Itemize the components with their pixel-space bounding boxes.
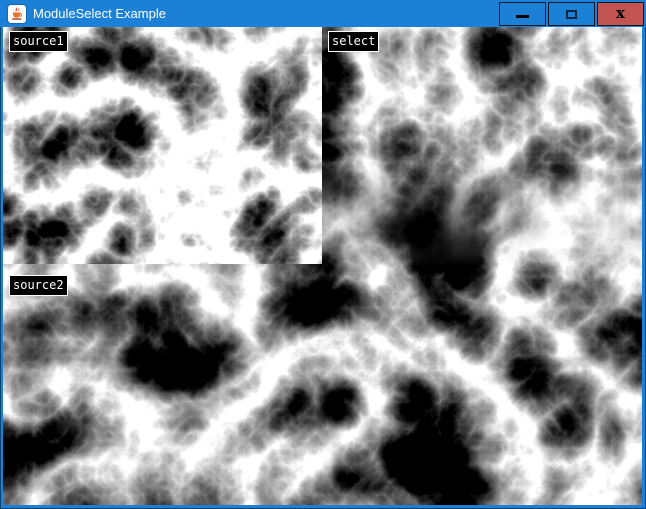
title-bar[interactable]: ModuleSelect Example x xyxy=(0,0,646,27)
minimize-button[interactable] xyxy=(499,2,546,26)
label-select: select xyxy=(328,31,379,52)
source1-layer xyxy=(3,27,322,264)
noise-viewport: source1 select source2 xyxy=(3,27,642,505)
window-controls: x xyxy=(497,2,644,26)
java-coffee-cup-icon xyxy=(8,5,26,23)
label-source1: source1 xyxy=(9,31,68,52)
maximize-button[interactable] xyxy=(548,2,595,26)
maximize-icon xyxy=(566,10,577,19)
close-icon: x xyxy=(616,6,625,21)
minimize-icon xyxy=(516,15,529,18)
source1-noise-image xyxy=(3,27,322,264)
close-button[interactable]: x xyxy=(597,2,644,26)
window-title: ModuleSelect Example xyxy=(33,0,166,27)
app-window: ModuleSelect Example x xyxy=(0,0,646,509)
label-source2: source2 xyxy=(9,275,68,296)
